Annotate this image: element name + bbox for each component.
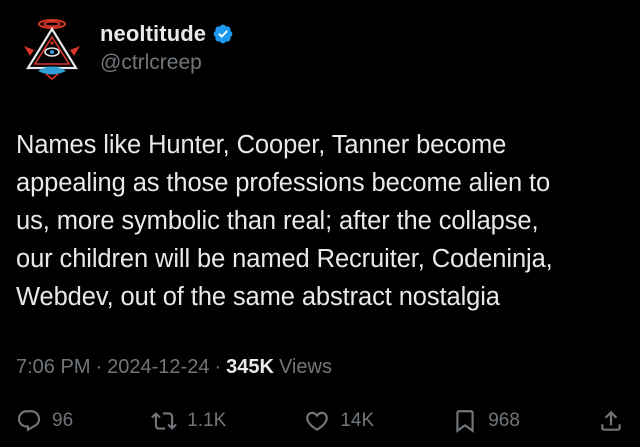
bookmark-button[interactable]: 968 [452,408,520,434]
bookmark-icon [456,410,474,433]
meta-separator: · [95,356,103,378]
repost-icon [151,412,178,430]
author-identity: neoltitude @ctrlcreep [100,21,234,75]
avatar[interactable] [18,14,86,82]
like-count: 14K [340,410,375,431]
post-date[interactable]: 2024-12-24 [107,356,209,379]
post-time[interactable]: 7:06 PM [16,356,90,379]
display-name[interactable]: neoltitude [100,21,206,47]
post-card: neoltitude @ctrlcreep Names like Hunter,… [0,0,640,447]
reply-icon [17,410,41,432]
repost-count: 1.1K [187,410,227,431]
verified-badge-icon [213,24,233,44]
reply-button[interactable]: 96 [16,408,73,434]
share-button[interactable] [598,408,624,434]
post-meta: 7:06 PM · 2024-12-24 · 345K Views [16,356,332,379]
author-handle[interactable]: @ctrlcreep [100,51,234,75]
post-header: neoltitude @ctrlcreep [18,14,234,82]
reply-count: 96 [52,410,74,431]
repost-button[interactable]: 1.1K [151,408,226,434]
like-icon [306,411,329,431]
views-label: Views [278,356,332,378]
meta-separator: · [214,356,222,378]
name-row: neoltitude [100,21,234,47]
post-text: Names like Hunter, Cooper, Tanner become… [16,131,553,311]
action-bar: 96 1.1K 14K 968 [16,403,624,439]
geometric-emblem-icon [24,19,80,80]
views-count: 345K [226,356,274,378]
like-button[interactable]: 14K [304,408,374,434]
share-icon [601,410,621,431]
bookmark-count: 968 [488,410,520,431]
